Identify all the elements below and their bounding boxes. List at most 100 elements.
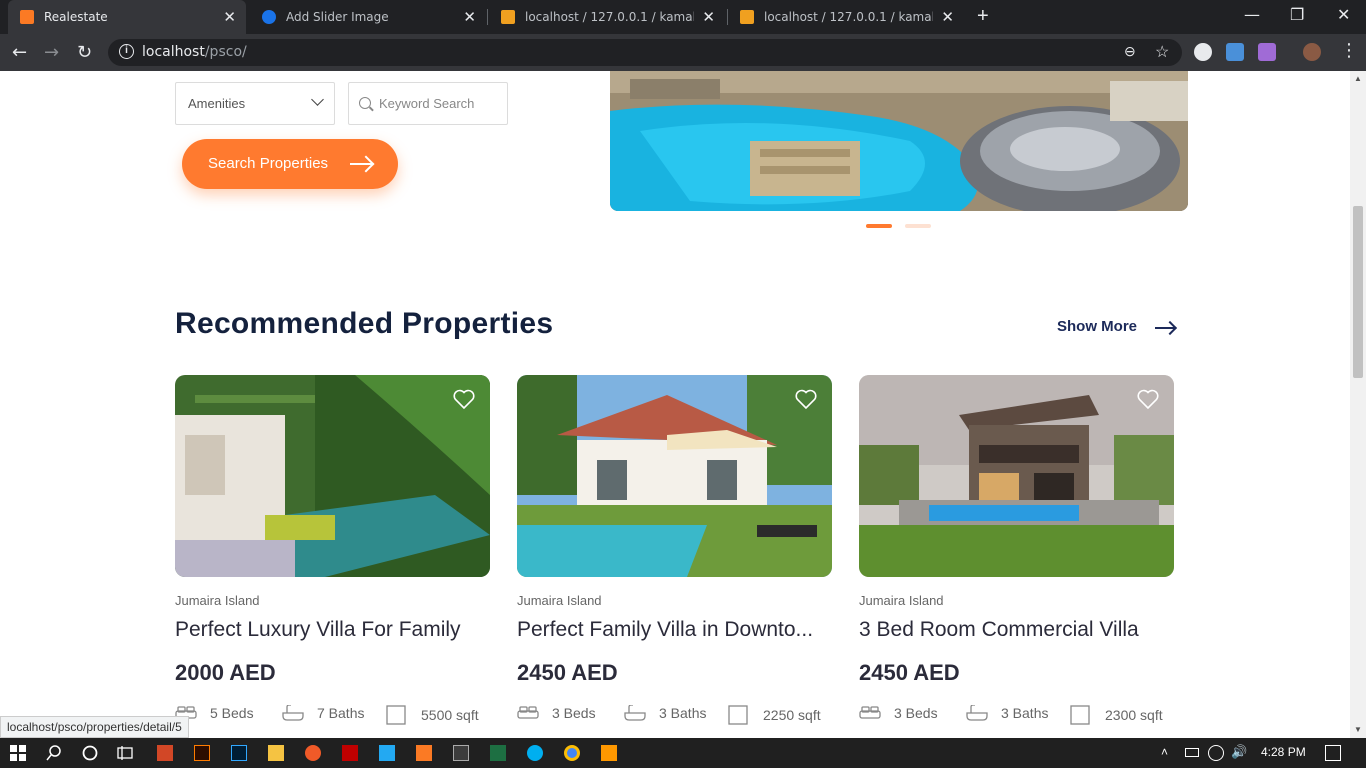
- clock-time[interactable]: 4:28 PM: [1261, 745, 1306, 759]
- close-window-icon[interactable]: ✕: [1337, 5, 1350, 24]
- extension-icon[interactable]: [1194, 43, 1212, 61]
- xampp-icon[interactable]: [416, 745, 432, 761]
- tab-separator: [487, 9, 488, 25]
- battery-icon[interactable]: [1185, 748, 1199, 757]
- close-tab-icon[interactable]: ✕: [941, 8, 954, 26]
- villa-photo-illustration: [175, 375, 490, 577]
- close-tab-icon[interactable]: ✕: [702, 8, 715, 26]
- area-feature: 2250 sqft: [728, 705, 821, 725]
- property-price: 2450 AED: [859, 660, 960, 685]
- vscode-icon[interactable]: [379, 745, 395, 761]
- volume-icon[interactable]: 🔊: [1231, 744, 1247, 760]
- villa-photo-illustration: [517, 375, 832, 577]
- file-explorer-icon[interactable]: [268, 745, 284, 761]
- photoshop-icon[interactable]: [231, 745, 247, 761]
- bookmark-star-icon[interactable]: ☆: [1155, 42, 1169, 62]
- show-more-link[interactable]: Show More: [1057, 318, 1175, 335]
- new-tab-icon[interactable]: +: [977, 5, 989, 28]
- search-icon[interactable]: [46, 745, 62, 761]
- property-card[interactable]: Jumaira Island Perfect Family Villa in D…: [517, 375, 832, 738]
- property-price: 2450 AED: [517, 660, 618, 685]
- tab-add-slider-image[interactable]: Add Slider Image ✕: [250, 0, 486, 34]
- property-price: 2000 AED: [175, 660, 276, 685]
- area-size: 2250 sqft: [763, 707, 821, 723]
- tab-title: localhost / 127.0.0.1 / kamal / cat: [764, 10, 934, 24]
- browser-tab-bar: Realestate ✕ Add Slider Image ✕ localhos…: [0, 0, 1366, 34]
- back-icon[interactable]: ←: [12, 42, 27, 63]
- property-card[interactable]: Jumaira Island Perfect Luxury Villa For …: [175, 375, 490, 738]
- arrow-right-icon: [1155, 327, 1175, 329]
- tray-chevron-icon[interactable]: ˄: [1161, 745, 1168, 759]
- heart-icon[interactable]: [794, 387, 818, 411]
- section-title: Recommended Properties: [175, 307, 554, 340]
- close-tab-icon[interactable]: ✕: [223, 8, 236, 26]
- baths-feature: 3 Baths: [624, 705, 706, 721]
- sublime-text-icon[interactable]: [601, 745, 617, 761]
- beds-count: 5 Beds: [210, 705, 254, 721]
- bed-icon: [517, 706, 539, 719]
- terminal-icon[interactable]: [453, 745, 469, 761]
- amenities-dropdown[interactable]: Amenities: [175, 82, 335, 125]
- menu-kebab-icon[interactable]: ⋮: [1340, 40, 1358, 61]
- filezilla-icon[interactable]: [342, 745, 358, 761]
- property-name[interactable]: Perfect Family Villa in Downto...: [517, 618, 832, 642]
- globe-network-icon[interactable]: [1208, 745, 1224, 761]
- link-status-bar: localhost/psco/properties/detail/5: [0, 716, 189, 738]
- forward-icon[interactable]: →: [44, 42, 59, 63]
- scroll-up-icon[interactable]: ▲: [1354, 74, 1362, 83]
- area-square-icon: [728, 705, 748, 725]
- reload-icon[interactable]: ↻: [77, 42, 92, 63]
- profile-avatar[interactable]: [1303, 43, 1321, 61]
- arrow-right-icon: [350, 163, 372, 165]
- scroll-down-icon[interactable]: ▼: [1354, 725, 1362, 734]
- phpmyadmin-favicon-icon: [501, 10, 515, 24]
- powerpoint-icon[interactable]: [157, 745, 173, 761]
- property-card[interactable]: Jumaira Island 3 Bed Room Commercial Vil…: [859, 375, 1174, 738]
- property-image[interactable]: [517, 375, 832, 577]
- excel-icon[interactable]: [490, 745, 506, 761]
- cortana-icon[interactable]: [82, 745, 98, 761]
- chrome-icon[interactable]: [564, 745, 580, 761]
- illustrator-icon[interactable]: [194, 745, 210, 761]
- property-image[interactable]: [859, 375, 1174, 577]
- tab-phpmyadmin-2[interactable]: localhost / 127.0.0.1 / kamal / cat ✕: [728, 0, 964, 34]
- baths-count: 7 Baths: [317, 705, 365, 721]
- browser-toolbar: ← → ↻ i localhost/psco/ ⊖ ☆ ⋮: [0, 34, 1366, 71]
- villa-photo-illustration: [859, 375, 1174, 577]
- task-view-icon[interactable]: [117, 745, 133, 761]
- tab-phpmyadmin-1[interactable]: localhost / 127.0.0.1 / kamal / cat ✕: [489, 0, 725, 34]
- heart-icon[interactable]: [452, 387, 476, 411]
- extension-icon[interactable]: [1226, 43, 1244, 61]
- minimize-icon[interactable]: —: [1244, 5, 1260, 24]
- zoom-icon[interactable]: ⊖: [1124, 43, 1136, 60]
- hero-slider-image[interactable]: [610, 71, 1188, 211]
- windows-taskbar: ˄ 🔊 4:28 PM: [0, 738, 1366, 768]
- chevron-down-icon: [311, 93, 324, 106]
- keyword-search-input[interactable]: Keyword Search: [348, 82, 508, 125]
- area-square-icon: [1070, 705, 1090, 725]
- area-feature: 5500 sqft: [386, 705, 479, 725]
- windows-start-icon[interactable]: [10, 745, 26, 761]
- site-info-icon[interactable]: i: [119, 44, 134, 59]
- slider-dot[interactable]: [905, 224, 931, 228]
- heart-icon[interactable]: [1136, 387, 1160, 411]
- property-name[interactable]: 3 Bed Room Commercial Villa: [859, 618, 1174, 642]
- extension-icon[interactable]: [1258, 43, 1276, 61]
- address-bar[interactable]: i localhost/psco/ ⊖ ☆: [108, 39, 1182, 66]
- search-properties-button[interactable]: Search Properties: [182, 139, 398, 189]
- app-icon[interactable]: [305, 745, 321, 761]
- area-feature: 2300 sqft: [1070, 705, 1163, 725]
- property-name[interactable]: Perfect Luxury Villa For Family: [175, 618, 490, 642]
- skype-icon[interactable]: [527, 745, 543, 761]
- property-image[interactable]: [175, 375, 490, 577]
- slider-dot-active[interactable]: [866, 224, 892, 228]
- aerial-city-illustration: [610, 71, 1188, 211]
- scroll-thumb[interactable]: [1353, 206, 1363, 378]
- notifications-icon[interactable]: [1325, 745, 1341, 761]
- tab-realestate[interactable]: Realestate ✕: [8, 0, 246, 34]
- close-tab-icon[interactable]: ✕: [463, 8, 476, 26]
- xampp-favicon-icon: [20, 10, 34, 24]
- page-scrollbar[interactable]: ▲ ▼: [1350, 71, 1366, 738]
- phpmyadmin-favicon-icon: [740, 10, 754, 24]
- restore-icon[interactable]: ❐: [1290, 5, 1304, 24]
